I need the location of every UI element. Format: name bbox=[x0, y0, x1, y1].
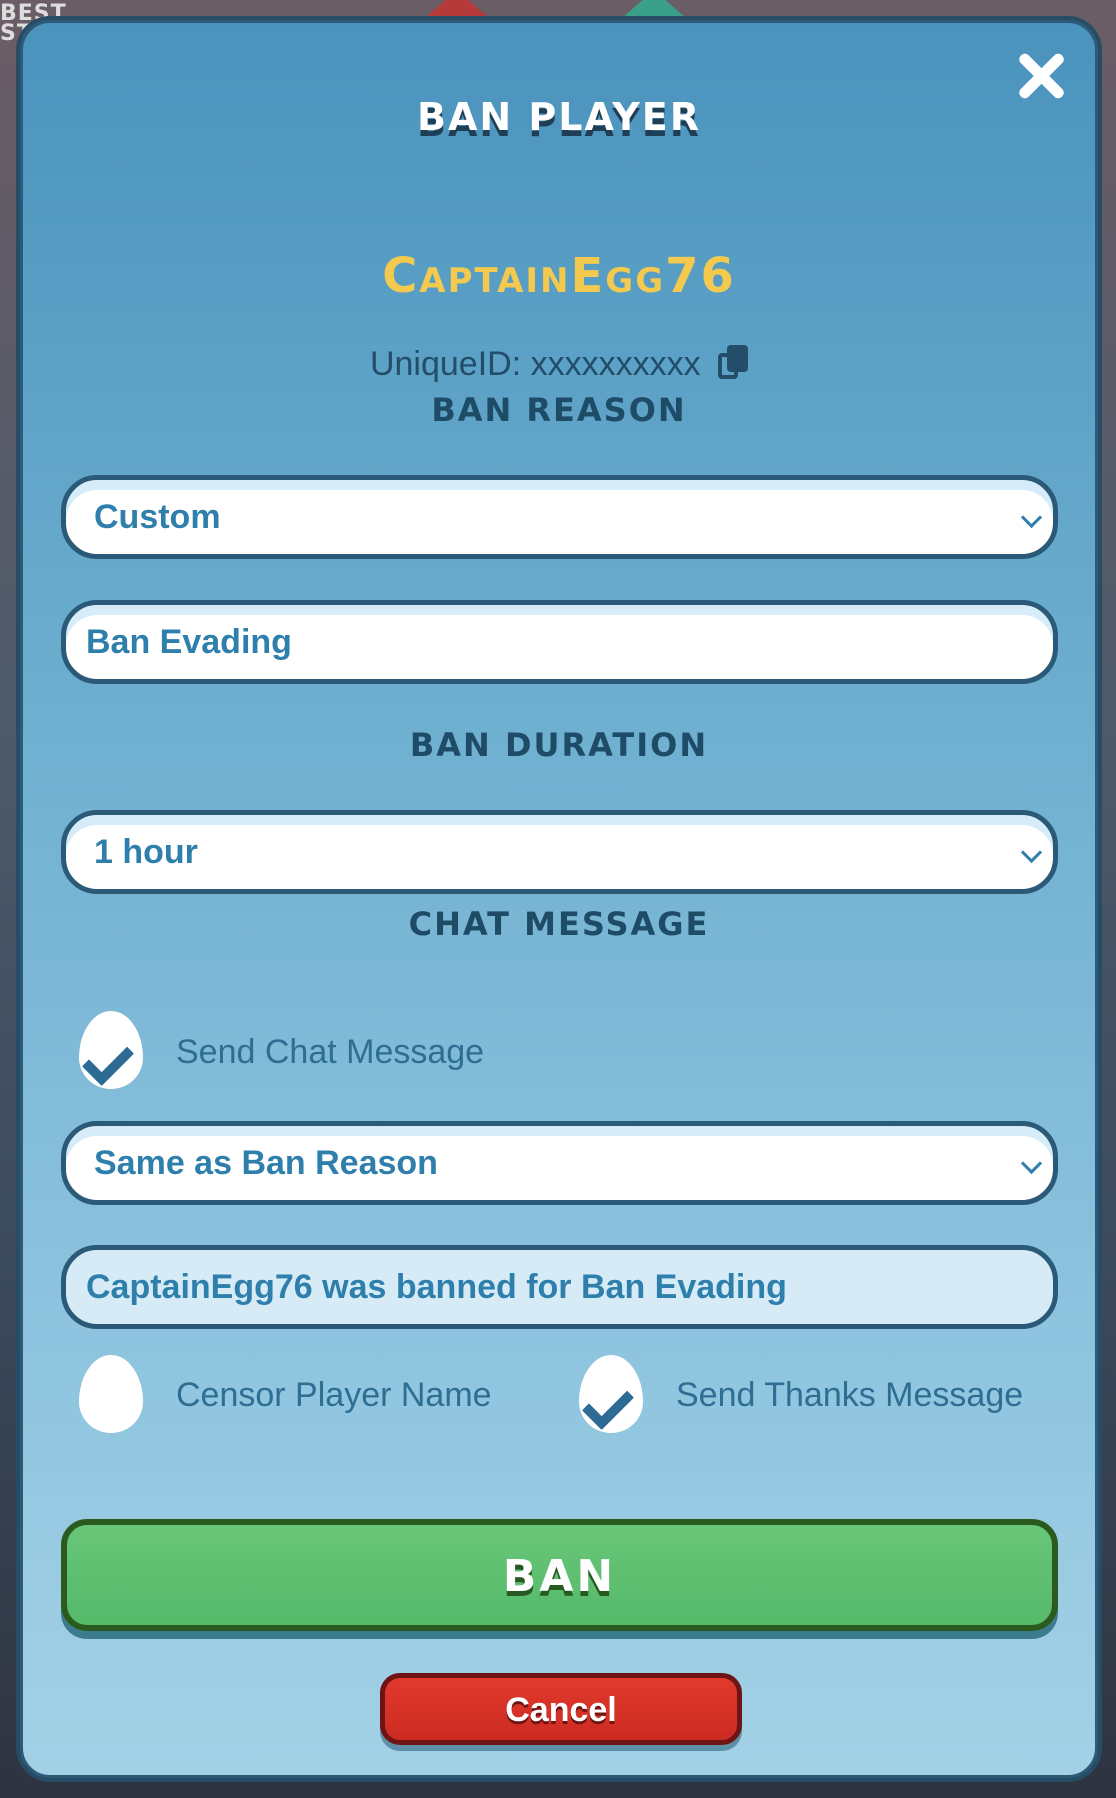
ban-reason-label: BAN REASON bbox=[431, 391, 687, 429]
thanks-message-label: Send Thanks Message bbox=[676, 1376, 1024, 1414]
ban-reason-value: Custom bbox=[94, 498, 221, 536]
checkmark-icon bbox=[81, 1033, 135, 1087]
chat-message-input[interactable]: CaptainEgg76 was banned for Ban Evading bbox=[61, 1245, 1058, 1329]
ban-duration-label: BAN DURATION bbox=[409, 726, 709, 764]
ban-reason-custom-value: Ban Evading bbox=[86, 623, 292, 661]
ban-button[interactable]: BAN bbox=[61, 1519, 1058, 1631]
copy-icon[interactable] bbox=[718, 345, 749, 379]
chevron-down-icon bbox=[1020, 506, 1043, 529]
player-name: CaptainEgg76 bbox=[382, 248, 736, 304]
cancel-button-label: Cancel bbox=[505, 1691, 617, 1729]
ban-player-modal: BAN PLAYER CaptainEgg76 UniqueID: xxxxxx… bbox=[20, 20, 1098, 1778]
unique-id-text: UniqueID: xxxxxxxxxx bbox=[369, 345, 701, 383]
ban-reason-select[interactable]: Custom bbox=[61, 475, 1058, 559]
background-teal-shape bbox=[622, 0, 686, 18]
unique-id-row: UniqueID: xxxxxxxxxx bbox=[23, 345, 1095, 384]
ban-button-label: BAN bbox=[502, 1551, 617, 1602]
modal-title: BAN PLAYER bbox=[417, 95, 701, 139]
censor-name-checkbox[interactable] bbox=[79, 1355, 143, 1433]
ban-duration-value: 1 hour bbox=[94, 833, 198, 871]
chat-message-value: CaptainEgg76 was banned for Ban Evading bbox=[86, 1268, 787, 1306]
background-red-shape bbox=[425, 0, 489, 18]
thanks-message-checkbox[interactable] bbox=[579, 1355, 643, 1433]
chat-message-label: CHAT MESSAGE bbox=[408, 905, 710, 943]
ban-duration-select[interactable]: 1 hour bbox=[61, 810, 1058, 894]
chat-message-source-select[interactable]: Same as Ban Reason bbox=[61, 1121, 1058, 1205]
censor-name-label: Censor Player Name bbox=[176, 1376, 492, 1414]
chat-message-source-value: Same as Ban Reason bbox=[94, 1144, 438, 1182]
chevron-down-icon bbox=[1020, 1152, 1043, 1175]
chevron-down-icon bbox=[1020, 841, 1043, 864]
ban-reason-custom-input[interactable]: Ban Evading bbox=[61, 600, 1058, 684]
send-chat-checkbox[interactable] bbox=[79, 1011, 143, 1089]
cancel-button[interactable]: Cancel bbox=[380, 1673, 742, 1745]
send-chat-label: Send Chat Message bbox=[176, 1033, 485, 1071]
checkmark-icon bbox=[581, 1377, 635, 1431]
